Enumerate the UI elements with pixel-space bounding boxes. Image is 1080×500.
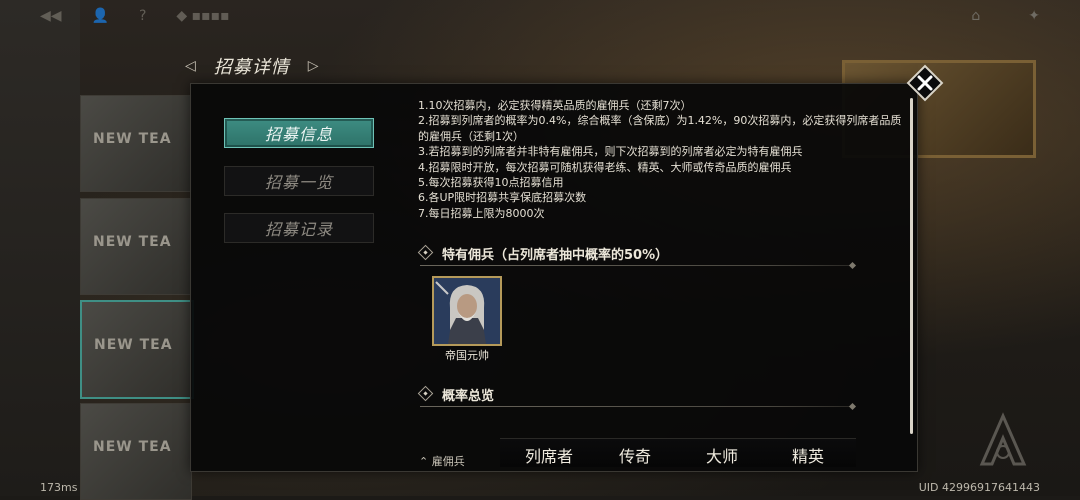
top-right-bar: ⌂ ✦	[971, 8, 1040, 24]
probability-table-header: 列席者 传奇 大师 精英	[500, 438, 856, 467]
settings-icon[interactable]: ✦	[1028, 8, 1040, 24]
user-id: UID 42996917641443	[918, 481, 1040, 494]
panel-header: ◁ 招募详情 ▷	[185, 53, 319, 79]
marshal-portrait-icon	[434, 278, 500, 344]
column-header-legend: 传奇	[619, 447, 652, 466]
section-title: 概率总览	[442, 389, 495, 404]
section-divider	[420, 265, 854, 266]
background-card: NEW TEA	[80, 198, 192, 295]
collapsible-row-mercenary[interactable]: ⌃ 雇佣兵	[419, 453, 465, 469]
diamond-bullet-icon	[417, 385, 434, 402]
content-scrollbar[interactable]	[910, 98, 913, 434]
background-card: NEW TEA	[80, 95, 192, 192]
background-card: NEW TEA	[80, 403, 192, 500]
next-arrow-icon[interactable]: ▷	[308, 58, 319, 74]
help-icon[interactable]: ?	[139, 8, 146, 28]
close-icon[interactable]	[906, 64, 944, 102]
background-left-strip	[0, 0, 80, 496]
page-title: 招募详情	[213, 57, 290, 78]
rule-line: 1.10次招募内，必定获得精英品质的雇佣兵（还剩7次）	[418, 99, 692, 112]
background-card-selected: NEW TEA	[80, 300, 194, 399]
rule-line: 5.每次招募获得10点招募信用	[418, 176, 564, 190]
section-divider	[420, 406, 854, 407]
user-icon[interactable]: 👤	[92, 8, 109, 28]
column-header-master: 大师	[706, 447, 739, 466]
tab-recruit-info[interactable]: 招募信息	[224, 118, 374, 148]
section-probability-overview: 概率总览	[417, 385, 854, 407]
tab-recruit-history[interactable]: 招募记录	[224, 213, 374, 243]
rule-line: 7.每日招募上限为8000次	[418, 206, 545, 220]
hero-name: 帝国元帅	[445, 349, 489, 362]
currency-icon: ◆ ▪▪▪▪	[176, 8, 230, 24]
rule-line: 4.招募限时开放，每次招募可随机获得老练、精英、大师或传奇品质的雇佣兵	[418, 160, 792, 174]
hero-portrait[interactable]	[432, 276, 502, 346]
recruit-rules: 1.10次招募内，必定获得精英品质的雇佣兵（还剩7次） 2.招募到列席者的概率为…	[418, 98, 902, 221]
rule-line: 2.招募到列席者的概率为0.4%，综合概率（含保底）为1.42%，90次招募内，…	[418, 114, 902, 143]
rule-line: 3.若招募到的列席者并非特有雇佣兵，则下次招募到的列席者必定为特有雇佣兵	[418, 145, 803, 159]
prev-arrow-icon[interactable]: ◁	[185, 58, 196, 74]
section-title: 特有佣兵（占列席者抽中概率的50%）	[442, 248, 669, 263]
section-special-mercenary: 特有佣兵（占列席者抽中概率的50%）	[417, 244, 854, 266]
rule-line: 6.各UP限时招募共享保底招募次数	[418, 191, 587, 205]
top-bar: ◀◀ 👤 ? ◆ ▪▪▪▪	[40, 8, 230, 28]
tab-recruit-overview[interactable]: 招募一览	[224, 166, 374, 196]
latency-readout: 173ms	[40, 481, 78, 494]
column-header-attendee: 列席者	[525, 447, 574, 466]
back-icon[interactable]: ◀◀	[40, 8, 62, 28]
column-header-elite: 精英	[792, 447, 825, 466]
shop-icon[interactable]: ⌂	[971, 8, 980, 24]
emblem-icon	[979, 412, 1027, 466]
diamond-bullet-icon	[417, 244, 434, 261]
